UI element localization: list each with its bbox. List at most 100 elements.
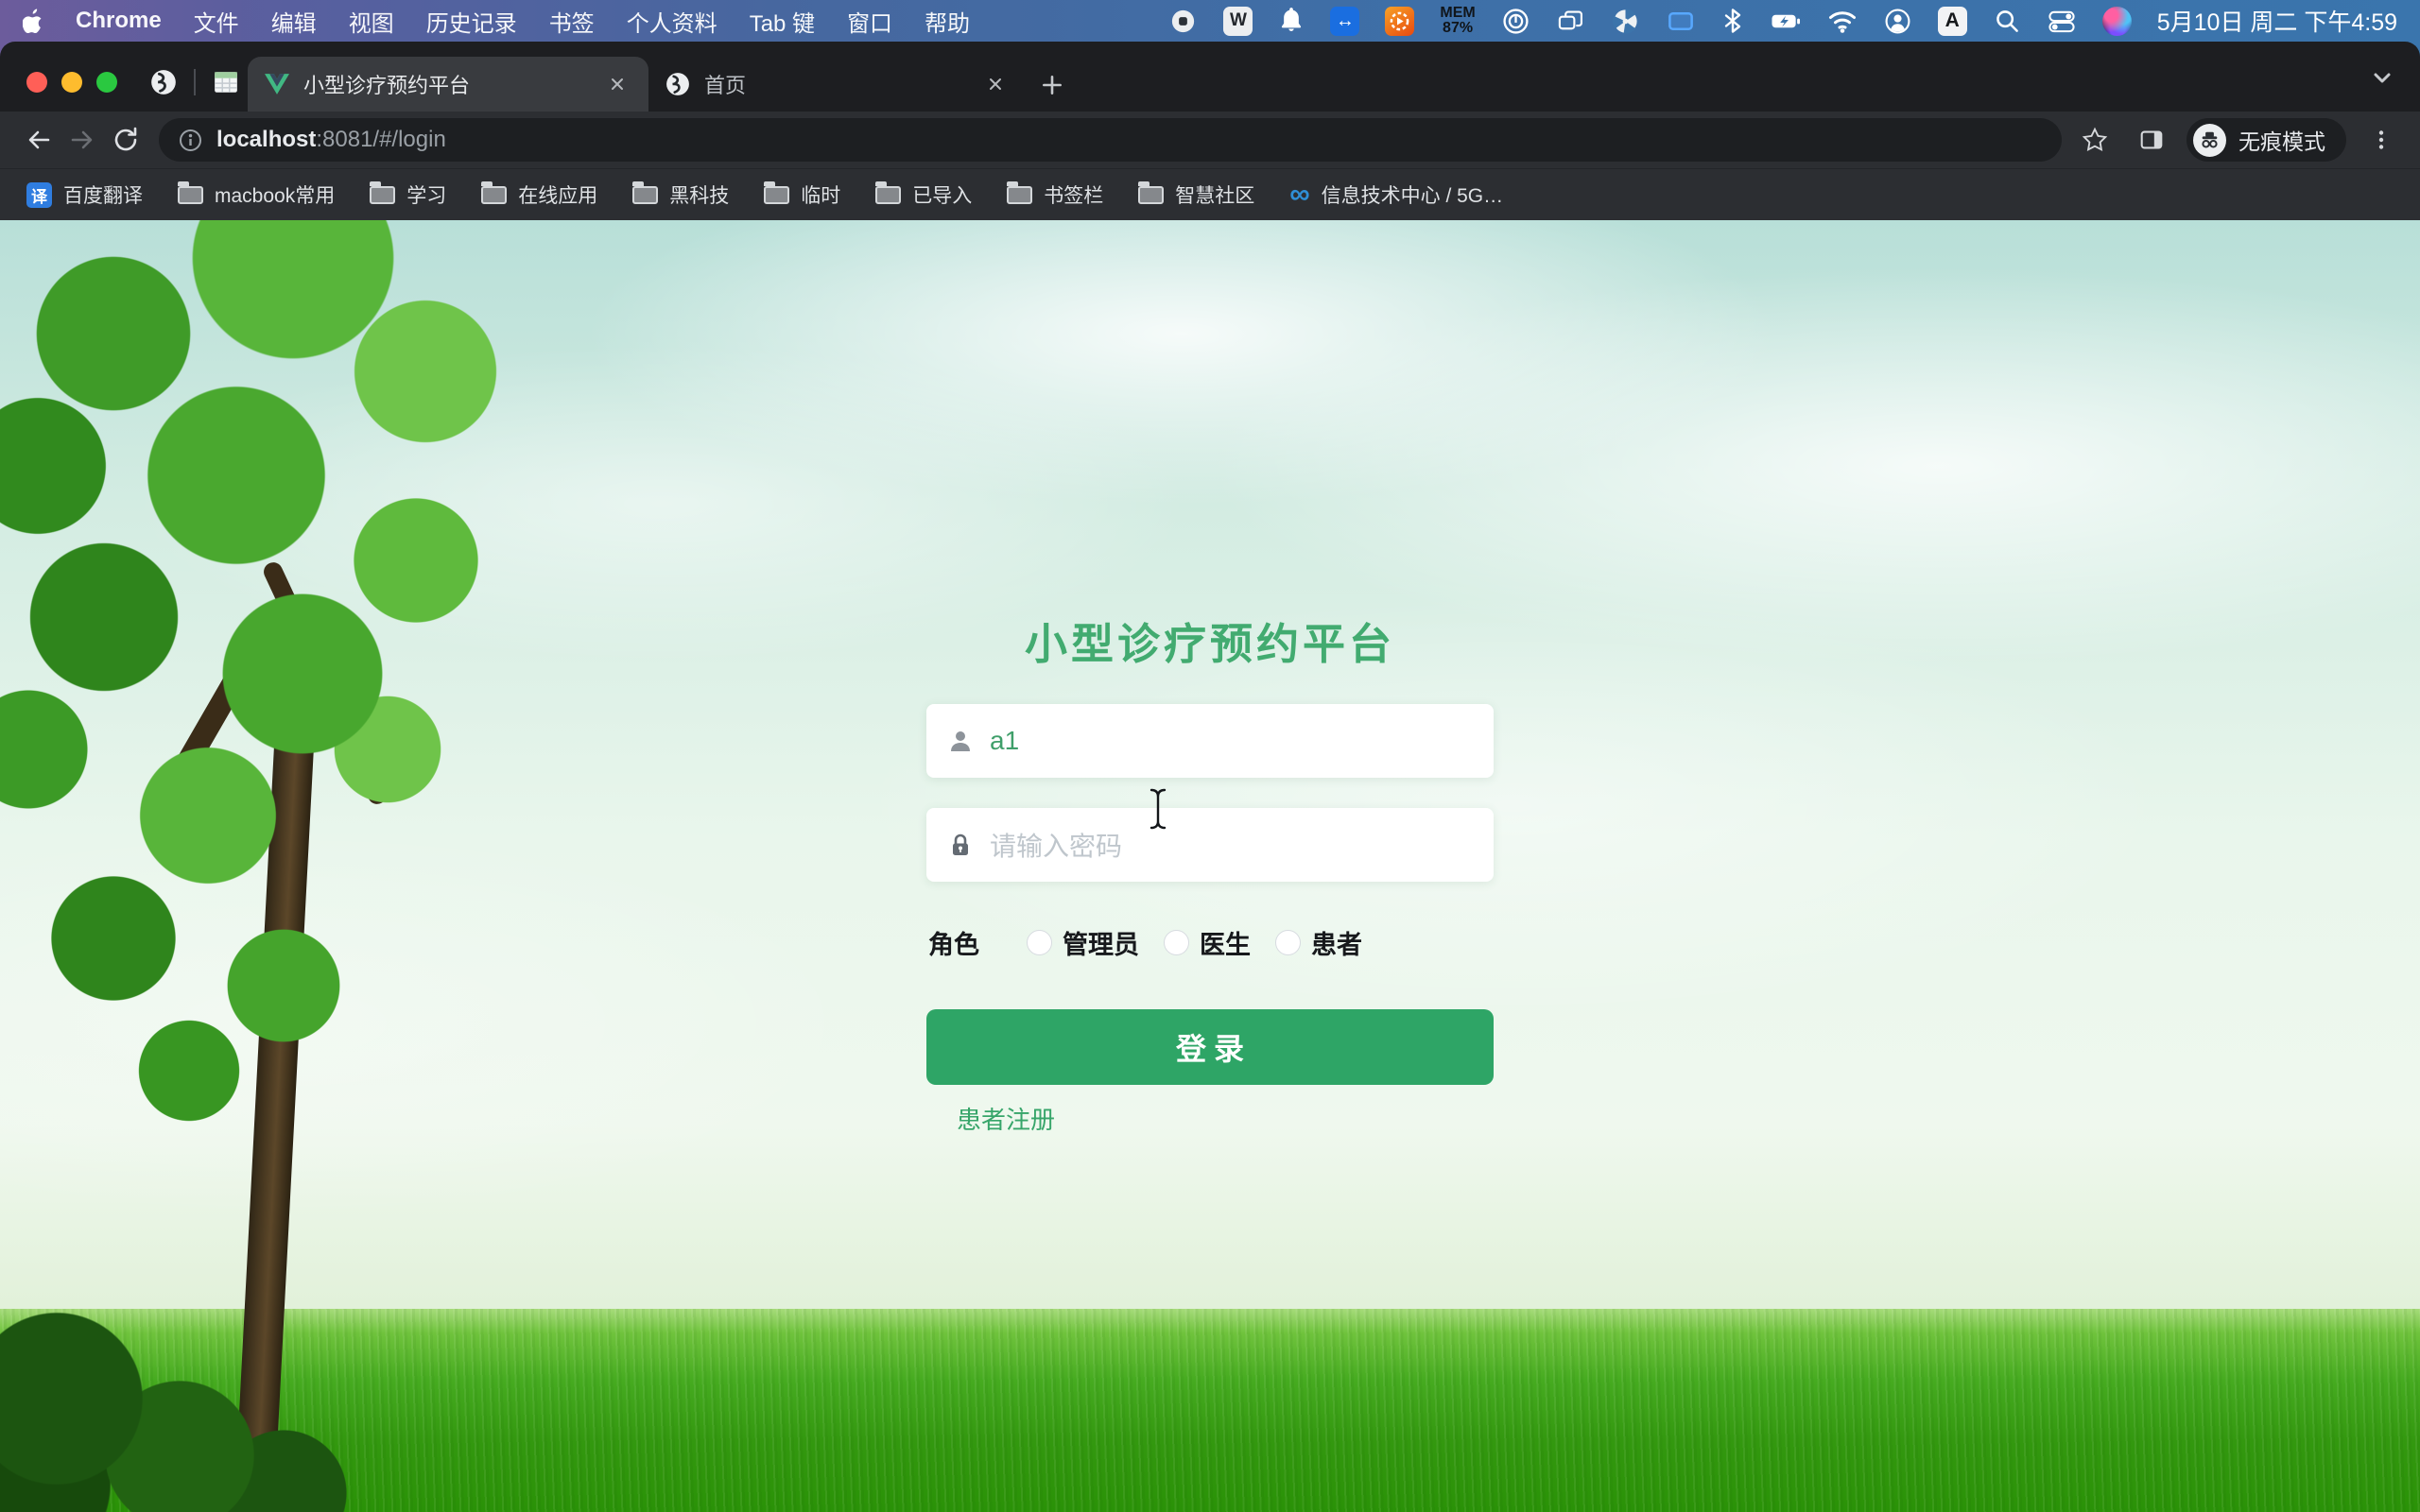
lock-icon [947, 832, 974, 858]
folder-icon [1007, 186, 1032, 204]
user-account-icon[interactable] [1883, 5, 1912, 37]
bookmark-folder-smart-community[interactable]: 智慧社区 [1138, 180, 1254, 209]
fullscreen-window-button[interactable] [96, 72, 117, 93]
window-controls [26, 72, 117, 93]
bookmark-star-button[interactable] [2073, 118, 2117, 162]
url-host: localhost [216, 127, 316, 152]
menubar-item-edit[interactable]: 编辑 [271, 5, 317, 38]
menubar-item-bookmarks[interactable]: 书签 [549, 5, 595, 38]
bookmark-folder-study[interactable]: 学习 [370, 180, 446, 209]
radio-patient[interactable] [1275, 930, 1301, 955]
tab-search-button[interactable] [2363, 59, 2401, 96]
bookmark-label: 黑科技 [669, 180, 729, 209]
browser-toolbar: localhost:8081/#/login 无痕模式 [0, 112, 2420, 168]
wifi-icon[interactable] [1827, 5, 1858, 37]
menubar-item-view[interactable]: 视图 [349, 5, 394, 38]
shrub [0, 1257, 359, 1512]
grass-background [0, 1309, 2420, 1512]
tab-close-icon[interactable] [981, 70, 1010, 98]
menubar-item-profiles[interactable]: 个人资料 [627, 5, 717, 38]
bookmark-label: 百度翻译 [63, 180, 143, 209]
radio-admin[interactable] [1027, 930, 1052, 955]
bookmark-folder-online-apps[interactable]: 在线应用 [481, 180, 597, 209]
back-button[interactable] [17, 118, 60, 162]
menubar-item-history[interactable]: 历史记录 [426, 5, 517, 38]
bookmark-folder-temp[interactable]: 临时 [764, 180, 840, 209]
incognito-icon [2193, 124, 2226, 157]
control-center-icon[interactable] [2047, 5, 2077, 37]
reload-button[interactable] [104, 118, 147, 162]
role-option-label: 患者 [1311, 924, 1362, 961]
forward-button[interactable] [60, 118, 104, 162]
tab-clinic-platform[interactable]: 小型诊疗预约平台 [248, 57, 648, 112]
folder-icon [764, 186, 789, 204]
bookmark-label: 临时 [801, 180, 840, 209]
onepassword-icon[interactable] [1501, 5, 1530, 37]
fan-control-icon[interactable] [1611, 5, 1640, 37]
bookmark-folder-bookmarks[interactable]: 书签栏 [1007, 180, 1103, 209]
bookmark-label: 智慧社区 [1175, 180, 1254, 209]
three-dots-icon [2369, 128, 2394, 152]
tab-home[interactable]: 首页 [648, 57, 1027, 112]
minimize-window-button[interactable] [61, 72, 82, 93]
window-manager-icon[interactable] [1556, 5, 1585, 37]
bookmark-folder-imported[interactable]: 已导入 [875, 180, 972, 209]
role-option-label: 医生 [1200, 924, 1251, 961]
forward-arrow-icon [67, 125, 97, 155]
password-placeholder: 请输入密码 [990, 826, 1122, 864]
w-app-icon[interactable]: W [1223, 7, 1253, 36]
bookmark-folder-macbook[interactable]: macbook常用 [178, 180, 335, 209]
password-field[interactable]: 请输入密码 [926, 808, 1494, 882]
battery-charging-icon[interactable] [1770, 5, 1802, 37]
pinned-tab-divider [194, 69, 196, 95]
screen-record-icon[interactable] [1168, 5, 1198, 37]
address-bar[interactable]: localhost:8081/#/login [159, 118, 2062, 162]
security-app-icon[interactable] [1385, 7, 1414, 36]
menubar-item-tab[interactable]: Tab 键 [750, 5, 815, 38]
browser-menu-button[interactable] [2360, 118, 2403, 162]
infinity-icon: ∞ [1289, 185, 1309, 204]
role-selector: 角色 管理员 医生 患者 [928, 925, 1495, 959]
tab-title: 小型诊疗预约平台 [303, 69, 603, 99]
menubar-item-file[interactable]: 文件 [194, 5, 239, 38]
bookmark-baidu-translate[interactable]: 译 百度翻译 [26, 180, 143, 209]
bookmark-label: 信息技术中心 / 5G… [1322, 180, 1504, 209]
spotlight-search-icon[interactable] [1993, 5, 2021, 37]
menubar-datetime[interactable]: 5月10日 周二 下午4:59 [2157, 4, 2397, 38]
pinned-tab-globe[interactable] [142, 62, 185, 102]
display-icon[interactable] [1666, 5, 1696, 37]
side-panel-button[interactable] [2130, 118, 2173, 162]
tree-canopy [0, 220, 596, 1184]
patient-register-link[interactable]: 患者注册 [957, 1101, 1055, 1136]
site-info-icon[interactable] [178, 128, 203, 153]
notifications-bell-icon[interactable] [1278, 5, 1305, 37]
tab-close-icon[interactable] [603, 70, 631, 98]
apple-logo-icon[interactable] [23, 5, 43, 37]
role-option-doctor[interactable]: 医生 [1164, 924, 1251, 961]
memory-monitor[interactable]: MEM 87% [1440, 5, 1475, 37]
page-content: 小型诊疗预约平台 a1 请输入密码 角色 管理员 医生 患者 登录 患者注册 [0, 220, 2420, 1512]
menubar-item-help[interactable]: 帮助 [925, 5, 970, 38]
username-field[interactable]: a1 [926, 704, 1494, 778]
radio-doctor[interactable] [1164, 930, 1189, 955]
bluetooth-icon[interactable] [1721, 5, 1744, 37]
bookmark-folder-blacktech[interactable]: 黑科技 [632, 180, 729, 209]
bookmark-it-center[interactable]: ∞ 信息技术中心 / 5G… [1289, 180, 1503, 209]
teamviewer-icon[interactable]: ↔ [1330, 7, 1359, 36]
incognito-badge[interactable]: 无痕模式 [2187, 118, 2346, 162]
bookmark-label: 在线应用 [518, 180, 597, 209]
menubar-item-window[interactable]: 窗口 [847, 5, 892, 38]
new-tab-button[interactable] [1027, 59, 1078, 112]
login-button[interactable]: 登录 [926, 1009, 1494, 1085]
bookmark-label: 书签栏 [1044, 180, 1103, 209]
page-title: 小型诊疗预约平台 [926, 610, 1494, 671]
reload-icon [111, 125, 141, 155]
close-window-button[interactable] [26, 72, 47, 93]
role-option-admin[interactable]: 管理员 [1027, 924, 1139, 961]
pinned-tab-sheet[interactable] [204, 62, 248, 102]
folder-icon [875, 186, 901, 204]
input-source-icon[interactable]: A [1938, 7, 1967, 36]
siri-icon[interactable] [2102, 7, 2132, 36]
role-option-patient[interactable]: 患者 [1275, 924, 1362, 961]
menubar-app-name[interactable]: Chrome [76, 8, 162, 34]
